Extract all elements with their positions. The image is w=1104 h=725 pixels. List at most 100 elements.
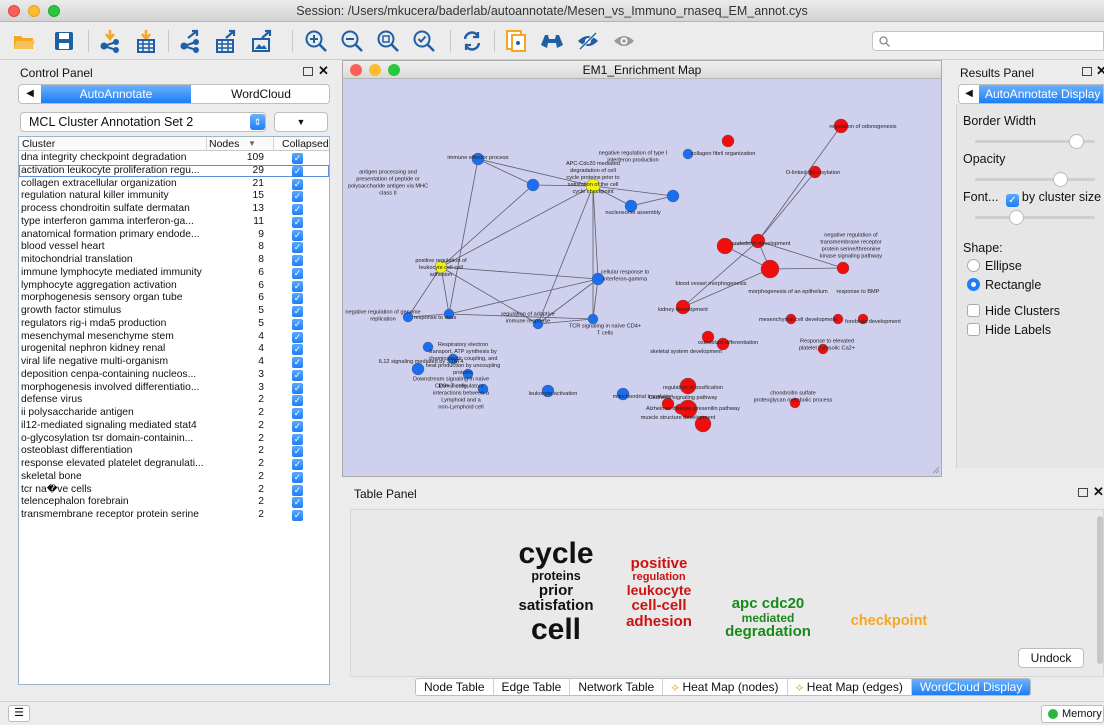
table-row[interactable]: anatomical formation primary endode... 9 ✓ — [19, 229, 329, 242]
collapsed-checkbox[interactable]: ✓ — [292, 242, 303, 254]
table-row[interactable]: activation leukocyte proliferation regu.… — [19, 164, 329, 178]
table-row[interactable]: process chondroitin sulfate dermatan 13 ✓ — [19, 203, 329, 216]
collapsed-checkbox[interactable]: ✓ — [292, 344, 303, 356]
tab-autoannotate[interactable]: AutoAnnotate — [41, 85, 191, 103]
zoom-window-button[interactable] — [48, 5, 60, 17]
collapsed-checkbox[interactable]: ✓ — [292, 357, 303, 368]
first-neighbors-icon[interactable] — [538, 27, 566, 55]
table-row[interactable]: mitochondrial translation 8 ✓ — [19, 254, 329, 267]
collapsed-checkbox[interactable]: ✓ — [292, 382, 303, 394]
table-row[interactable]: urogenital nephron kidney renal 4 ✓ — [19, 343, 329, 356]
collapsed-checkbox[interactable]: ✓ — [292, 497, 303, 509]
shape-rectangle-option[interactable]: Rectangle — [967, 278, 1041, 292]
table-row[interactable]: morphogenesis sensory organ tube 6 ✓ — [19, 292, 329, 305]
tab-scroll-left-icon[interactable]: ◀ — [19, 85, 41, 103]
by-cluster-size-checkbox[interactable]: ✓ — [1005, 194, 1019, 207]
collapsed-checkbox[interactable]: ✓ — [292, 395, 303, 407]
close-window-button[interactable] — [8, 5, 20, 17]
collapsed-checkbox[interactable]: ✓ — [292, 255, 303, 266]
import-table-icon[interactable] — [132, 27, 160, 55]
float-panel-button[interactable] — [303, 67, 313, 76]
close-network-button[interactable] — [350, 64, 362, 76]
annotation-set-menu-button[interactable]: ▼ — [274, 112, 328, 132]
collapsed-checkbox[interactable]: ✓ — [292, 433, 303, 445]
border-width-slider[interactable] — [975, 134, 1095, 149]
table-row[interactable]: telencephalon forebrain 2 ✓ — [19, 496, 329, 509]
collapsed-checkbox[interactable]: ✓ — [292, 446, 303, 458]
minimize-network-button[interactable] — [369, 64, 381, 76]
tab-network-table[interactable]: Network Table — [570, 679, 664, 695]
column-nodes[interactable]: Nodes — [209, 137, 239, 151]
zoom-in-icon[interactable] — [302, 27, 330, 55]
table-row[interactable]: regulation natural killer immunity 15 ✓ — [19, 190, 329, 203]
table-row[interactable]: regulators rig-i mda5 production 5 ✓ — [19, 318, 329, 331]
table-row[interactable]: viral life negative multi-organism 4 ✓ — [19, 356, 329, 369]
network-canvas[interactable]: regulation of odonogenesis immune effecto… — [343, 79, 941, 476]
collapsed-checkbox[interactable]: ✓ — [292, 165, 303, 177]
table-row[interactable]: ii polysaccharide antigen 2 ✓ — [19, 407, 329, 420]
new-network-from-selection-icon[interactable] — [502, 27, 530, 55]
table-row[interactable]: response elevated platelet degranulati..… — [19, 458, 329, 471]
collapsed-checkbox[interactable]: ✓ — [292, 216, 303, 228]
table-row[interactable]: dna integrity checkpoint degradation 109 ✓ — [19, 152, 329, 165]
network-node[interactable] — [666, 189, 680, 203]
close-panel-icon[interactable]: ✕ — [318, 63, 329, 79]
column-collapsed[interactable]: Collapsed — [282, 137, 329, 151]
table-row[interactable]: mesenchymal mesenchyme stem 4 ✓ — [19, 331, 329, 344]
table-row[interactable]: deposition cenpa-containing nucleos... 3 ✓ — [19, 369, 329, 382]
export-table-icon[interactable] — [212, 27, 240, 55]
zoom-out-icon[interactable] — [338, 27, 366, 55]
table-row[interactable]: transmembrane receptor protein serine 2 ✓ — [19, 509, 329, 522]
collapsed-checkbox[interactable]: ✓ — [292, 229, 303, 241]
network-node[interactable] — [760, 259, 780, 279]
collapsed-checkbox[interactable]: ✓ — [292, 459, 303, 470]
collapsed-checkbox[interactable]: ✓ — [292, 408, 303, 419]
search-input[interactable] — [872, 31, 1104, 51]
table-row[interactable]: defense virus 2 ✓ — [19, 394, 329, 407]
table-row[interactable]: growth factor stimulus 5 ✓ — [19, 305, 329, 318]
opacity-slider[interactable] — [975, 172, 1095, 187]
open-session-icon[interactable] — [10, 27, 38, 55]
tab-edge-table[interactable]: Edge Table — [494, 679, 571, 695]
table-row[interactable]: morphogenesis involved differentiatio...… — [19, 382, 329, 395]
opacity-slider-thumb[interactable] — [1053, 172, 1069, 187]
table-row[interactable]: osteoblast differentiation 2 ✓ — [19, 445, 329, 458]
collapsed-checkbox[interactable]: ✓ — [292, 153, 303, 164]
collapsed-checkbox[interactable]: ✓ — [292, 306, 303, 317]
table-row[interactable]: tcr na�ve cells 2 ✓ — [19, 484, 329, 497]
results-tab-scroll-left-icon[interactable]: ◀ — [959, 85, 979, 103]
collapsed-checkbox[interactable]: ✓ — [292, 484, 303, 496]
table-row[interactable]: lymphocyte aggregation activation 6 ✓ — [19, 280, 329, 293]
table-row[interactable]: il12-mediated signaling mediated stat4 2 ✓ — [19, 420, 329, 433]
ellipse-radio[interactable] — [967, 259, 980, 272]
close-table-panel-icon[interactable]: ✕ — [1093, 484, 1104, 500]
tab-wordcloud[interactable]: WordCloud — [191, 85, 329, 103]
table-row[interactable]: collagen extracellular organization 21 ✓ — [19, 178, 329, 191]
float-results-panel-button[interactable] — [1082, 67, 1092, 76]
tab-heat-map-edges[interactable]: ⟡ Heat Map (edges) — [788, 679, 912, 695]
table-row[interactable]: immune lymphocyte mediated immunity 6 ✓ — [19, 267, 329, 280]
table-row[interactable]: o-glycosylation tsr domain-containin... 2… — [19, 433, 329, 446]
collapsed-checkbox[interactable]: ✓ — [292, 331, 303, 343]
collapsed-checkbox[interactable]: ✓ — [292, 204, 303, 215]
annotation-set-select[interactable]: MCL Cluster Annotation Set 2 ⇕ — [20, 112, 266, 132]
refresh-icon[interactable] — [458, 27, 486, 55]
save-session-icon[interactable] — [50, 27, 78, 55]
shape-ellipse-option[interactable]: Ellipse — [967, 259, 1022, 273]
undock-button[interactable]: Undock — [1018, 648, 1084, 668]
network-node[interactable] — [716, 237, 734, 255]
wordcloud-scrollbar[interactable] — [1097, 516, 1103, 664]
collapsed-checkbox[interactable]: ✓ — [292, 369, 303, 381]
zoom-selected-icon[interactable] — [410, 27, 438, 55]
collapsed-checkbox[interactable]: ✓ — [292, 318, 303, 330]
font-size-slider[interactable] — [975, 210, 1095, 225]
collapsed-checkbox[interactable]: ✓ — [292, 191, 303, 203]
hide-labels-option[interactable]: Hide Labels — [967, 323, 1051, 337]
collapsed-checkbox[interactable]: ✓ — [292, 267, 303, 279]
tab-wordcloud-display[interactable]: WordCloud Display — [911, 679, 1031, 695]
rectangle-radio[interactable] — [967, 278, 980, 291]
zoom-fit-icon[interactable] — [374, 27, 402, 55]
show-all-icon[interactable] — [610, 27, 638, 55]
column-cluster[interactable]: Cluster — [22, 137, 55, 151]
tab-autoannotate-display[interactable]: AutoAnnotate Display — [979, 85, 1103, 103]
